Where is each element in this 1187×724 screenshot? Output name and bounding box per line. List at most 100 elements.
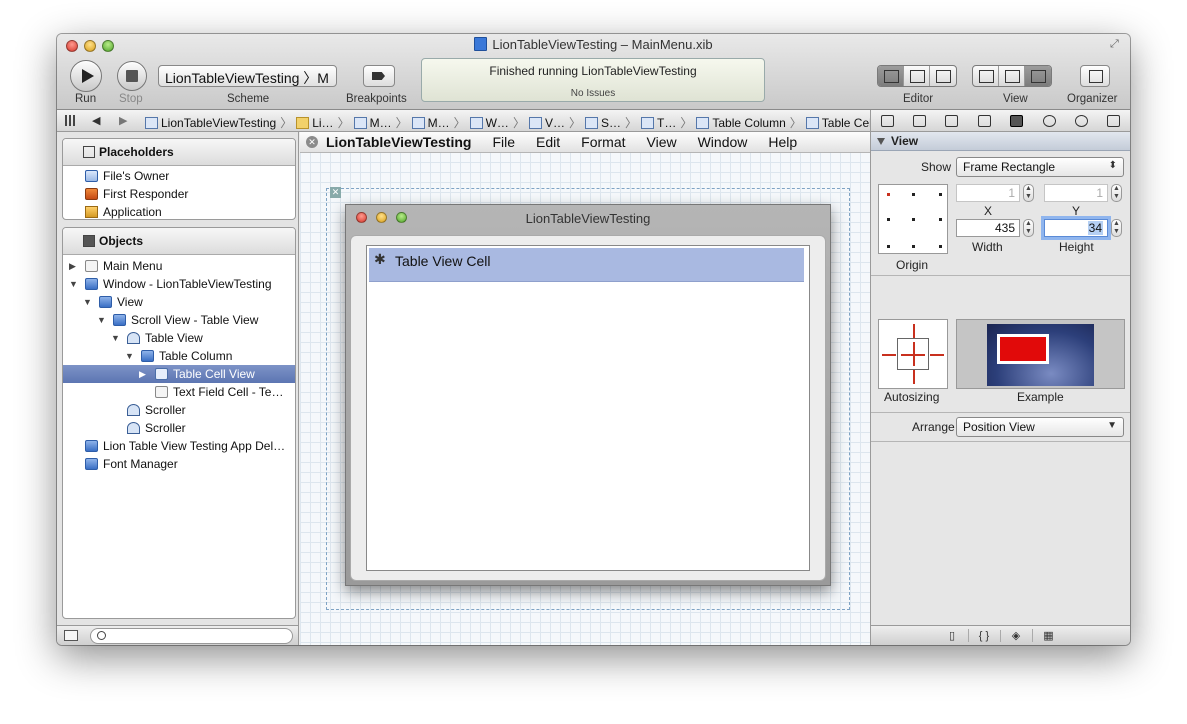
autosizing-control[interactable] [878,319,948,389]
height-stepper[interactable]: ▲ ▼ [1111,219,1122,237]
bottom-strut[interactable] [913,370,915,384]
width-stepper[interactable]: ▲ ▼ [1023,219,1034,237]
forward-arrow-icon[interactable]: ▶ [119,114,127,127]
show-popup[interactable]: Frame Rectangle ⬍ [956,157,1124,177]
effects-inspector-icon[interactable] [1107,114,1121,127]
width-field[interactable]: 435 [956,219,1020,237]
disclosure-closed-icon[interactable]: ▶ [69,257,76,275]
origin-point[interactable] [939,245,942,248]
media-library-icon[interactable]: ▦ [1033,629,1065,642]
table-cell-view[interactable]: ✱ Table View Cell [369,248,804,282]
outline-item[interactable]: Lion Table View Testing App Del… [63,437,295,455]
horizontal-spring[interactable] [901,354,925,356]
menu-item-file[interactable]: File [492,134,515,150]
close-menu-icon[interactable]: ✕ [306,136,318,148]
origin-selector[interactable] [878,184,948,254]
identity-inspector-icon[interactable] [945,114,959,127]
outline-item[interactable]: Text Field Cell - Te… [63,383,295,401]
disclosure-open-icon[interactable]: ▼ [69,275,78,293]
origin-point[interactable] [912,218,915,221]
outline-item[interactable]: ▼ View [63,293,295,311]
origin-point[interactable] [912,245,915,248]
menu-item-help[interactable]: Help [768,134,797,150]
disclosure-open-icon[interactable]: ▼ [111,329,120,347]
menu-item-format[interactable]: Format [581,134,625,150]
back-arrow-icon[interactable]: ◀ [92,114,100,127]
standard-editor-icon[interactable] [878,66,904,86]
height-field[interactable]: 34 [1044,219,1108,237]
navigator-toggle-icon[interactable] [973,66,999,86]
designed-window[interactable]: LionTableViewTesting ✱ Table View Cell [345,204,831,586]
menu-item-liontableviewtesting[interactable]: LionTableViewTesting [326,134,471,150]
related-items-icon[interactable] [65,115,77,126]
outline-item[interactable]: ▼ Table Column [63,347,295,365]
file-template-library-icon[interactable]: ▯ [937,629,969,642]
y-field[interactable]: 1 [1044,184,1108,202]
right-strut[interactable] [930,354,944,356]
disclosure-closed-icon[interactable]: ▶ [139,365,146,383]
size-inspector-icon[interactable] [1010,114,1024,127]
breadcrumb-item[interactable]: M… 〉 [353,114,408,131]
outline-item[interactable]: ▼ Window - LionTableViewTesting [63,275,295,293]
table-view[interactable]: ✱ Table View Cell [366,245,810,571]
disclosure-open-icon[interactable]: ▼ [83,293,92,311]
menu-item-window[interactable]: Window [698,134,748,150]
outline-item[interactable]: ▶ Table Cell View [63,365,295,383]
assistant-editor-icon[interactable] [904,66,930,86]
origin-point[interactable] [939,218,942,221]
attributes-inspector-icon[interactable] [977,114,991,127]
x-stepper[interactable]: ▲ ▼ [1023,184,1034,202]
breadcrumb-item[interactable]: Table Column 〉 [696,114,802,131]
left-strut[interactable] [882,354,896,356]
disclosure-open-icon[interactable]: ▼ [97,311,106,329]
outline-item[interactable]: Scroller [63,419,295,437]
breadcrumb-item[interactable]: M… 〉 [411,114,466,131]
scheme-popup[interactable]: LionTableViewTesting 〉M [158,65,337,87]
origin-point[interactable] [887,218,890,221]
breadcrumb-item[interactable]: W… 〉 [469,114,525,131]
top-strut[interactable] [913,324,915,338]
view-section-header[interactable]: View [871,132,1130,151]
window-content-view[interactable]: ✱ Table View Cell [350,235,826,581]
fullscreen-icon[interactable]: ⤢ [1110,38,1122,50]
breakpoints-button[interactable] [363,65,395,87]
outline-item[interactable]: Font Manager [63,455,295,473]
outline-item[interactable]: ▶ Main Menu [63,257,295,275]
placeholder-item[interactable]: First Responder [63,185,295,203]
outline-item[interactable]: ▼ Table View [63,329,295,347]
breadcrumb-item[interactable]: Li… 〉 [296,114,350,131]
placeholder-item[interactable]: Application [63,203,295,219]
organizer-button[interactable] [1080,65,1110,87]
hide-outline-button[interactable] [64,630,78,641]
stop-button[interactable] [117,61,147,91]
menu-item-edit[interactable]: Edit [536,134,560,150]
quick-help-icon[interactable] [913,114,927,127]
origin-point[interactable] [887,245,890,248]
placeholder-item[interactable]: File's Owner [63,167,295,185]
close-window-icon[interactable]: ✕ [330,187,341,198]
debug-area-toggle-icon[interactable] [999,66,1025,86]
y-stepper[interactable]: ▲ ▼ [1111,184,1122,202]
outline-item[interactable]: ▼ Scroll View - Table View [63,311,295,329]
bindings-inspector-icon[interactable] [1074,114,1088,127]
breadcrumb-item[interactable]: LionTableViewTesting 〉 [145,114,292,131]
arrange-popup[interactable]: Position View ▼ [956,417,1124,437]
x-field[interactable]: 1 [956,184,1020,202]
origin-point[interactable] [939,193,942,196]
origin-point[interactable] [912,193,915,196]
object-library-icon[interactable]: ◈ [1001,629,1033,642]
disclosure-open-icon[interactable]: ▼ [125,347,134,365]
outline-item[interactable]: Scroller [63,401,295,419]
utilities-toggle-icon[interactable] [1025,66,1051,86]
menu-item-view[interactable]: View [647,134,677,150]
breadcrumb-item[interactable]: T… 〉 [641,114,692,131]
code-snippet-library-icon[interactable]: { } [969,629,1001,642]
outline-filter-field[interactable] [90,628,293,644]
run-button[interactable] [70,60,102,92]
version-editor-icon[interactable] [930,66,956,86]
interface-canvas[interactable]: ✕ LionTableViewTesting File Edit Format View… [300,132,870,645]
file-inspector-icon[interactable] [880,114,894,127]
breadcrumb-item[interactable]: V… 〉 [528,114,581,131]
origin-point-selected[interactable] [887,193,890,196]
connections-inspector-icon[interactable] [1042,114,1056,127]
